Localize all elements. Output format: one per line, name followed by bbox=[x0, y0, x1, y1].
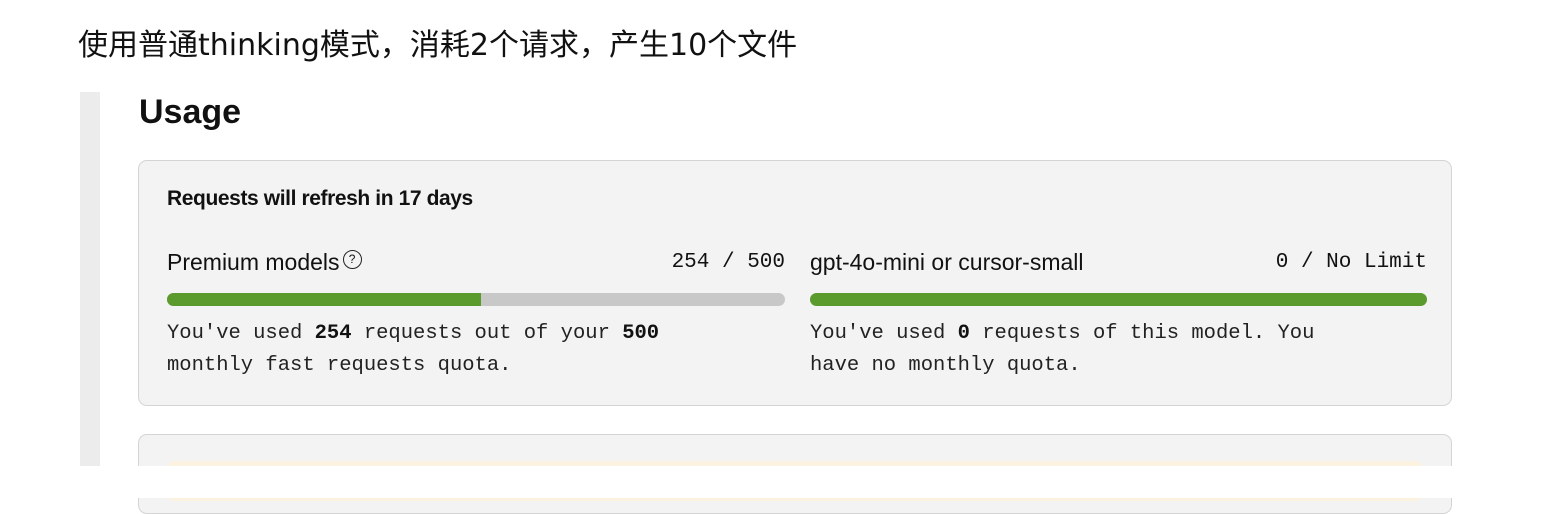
premium-progress-bar bbox=[167, 293, 785, 306]
usage-card: Requests will refresh in 17 days Premium… bbox=[138, 160, 1452, 406]
refresh-notice: Requests will refresh in 17 days bbox=[167, 187, 473, 210]
mini-usage-description: You've used 0 requests of this model. Yo… bbox=[810, 322, 1315, 377]
crop-edge bbox=[0, 466, 1559, 498]
premium-models-column: Premium models? 254 / 500 You've used 25… bbox=[167, 247, 785, 377]
premium-models-count: 254 / 500 bbox=[671, 251, 785, 274]
premium-quota: 500 bbox=[622, 322, 660, 345]
premium-used-count: 254 bbox=[314, 322, 352, 345]
mini-used-count: 0 bbox=[957, 322, 970, 345]
premium-models-name: Premium models bbox=[167, 249, 340, 275]
caption-text: 使用普通thinking模式，消耗2个请求，产生10个文件 bbox=[78, 28, 798, 63]
mini-models-count: 0 / No Limit bbox=[1275, 251, 1427, 274]
help-icon[interactable]: ? bbox=[342, 250, 362, 269]
mini-models-column: gpt-4o-mini or cursor-small 0 / No Limit… bbox=[810, 247, 1427, 377]
mini-progress-fill bbox=[810, 293, 1427, 306]
mini-models-label: gpt-4o-mini or cursor-small bbox=[810, 249, 1084, 275]
left-rail bbox=[80, 92, 100, 468]
premium-usage-description: You've used 254 requests out of your 500… bbox=[167, 322, 660, 377]
usage-heading: Usage bbox=[139, 93, 242, 131]
premium-progress-fill bbox=[167, 293, 481, 306]
premium-models-label: Premium models? bbox=[167, 247, 362, 277]
mini-progress-bar bbox=[810, 293, 1427, 306]
